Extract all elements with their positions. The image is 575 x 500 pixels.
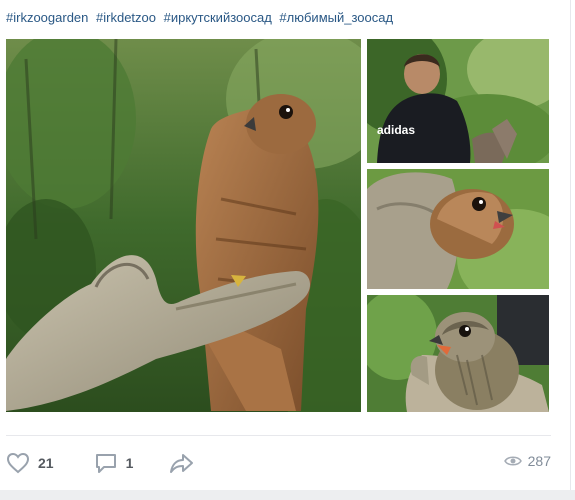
right-border (570, 0, 571, 500)
photo-chick-glove[interactable] (367, 169, 549, 289)
hashtag-link[interactable]: #иркутскийзоосад (164, 10, 272, 25)
eye-icon (503, 456, 522, 466)
comment-button[interactable]: 1 (94, 452, 134, 474)
chick-glove-photo-image (367, 169, 549, 289)
hashtag-link[interactable]: #irkzoogarden (6, 10, 88, 25)
like-button[interactable]: 21 (6, 452, 54, 474)
hashtag-line: #irkzoogarden #irkdetzoo #иркутскийзооса… (6, 10, 397, 25)
share-arrow-icon (170, 454, 194, 473)
comment-icon (95, 454, 116, 473)
post-divider (6, 435, 551, 436)
hashtag-link[interactable]: #любимый_зоосад (279, 10, 393, 25)
photo-main[interactable] (6, 39, 361, 412)
keeper-photo-image: adidas (367, 39, 549, 163)
hashtag-link[interactable]: #irkdetzoo (96, 10, 156, 25)
post-card: #irkzoogarden #irkdetzoo #иркутскийзооса… (0, 0, 575, 500)
views-counter: 287 (503, 453, 551, 469)
falcon-photo-image (6, 39, 361, 412)
view-count: 287 (527, 453, 551, 469)
like-count: 21 (38, 455, 54, 471)
kestrel-chick-photo-image (367, 295, 549, 412)
comment-count: 1 (125, 455, 134, 471)
post-actions: 21 1 (6, 449, 213, 477)
feed-gap (0, 490, 575, 500)
share-button[interactable] (169, 452, 195, 474)
photo-keeper[interactable]: adidas (367, 39, 549, 163)
heart-icon (6, 452, 30, 474)
photo-kestrel-chick[interactable] (367, 295, 549, 412)
jacket-logo-text: adidas (377, 123, 415, 137)
